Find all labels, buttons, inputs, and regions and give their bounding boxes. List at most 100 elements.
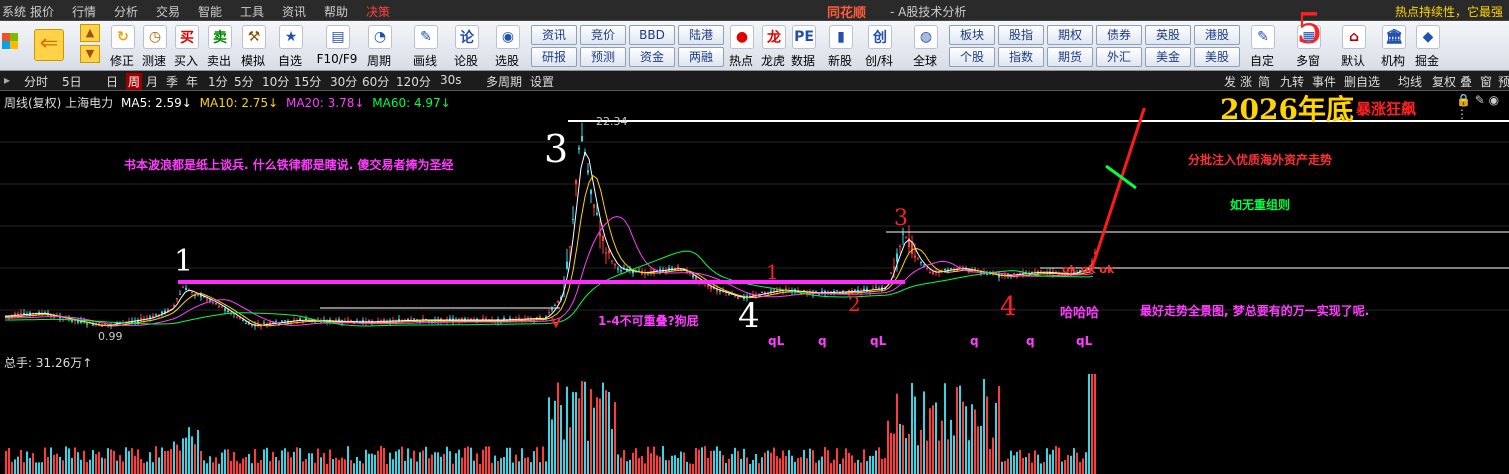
period-12[interactable]: 60分 [362, 73, 389, 90]
down-arrow-icon[interactable]: ▼ [80, 45, 100, 63]
gold-icon[interactable]: ◆ [1416, 25, 1440, 49]
pencil-icon[interactable]: ✎ [414, 25, 438, 49]
select-icon[interactable]: ◉ [496, 25, 520, 49]
toolbar-label-0[interactable]: 自定 [1240, 52, 1284, 69]
toolbar-label-8[interactable]: 画线 [403, 52, 447, 69]
cycle-icon[interactable]: ◔ [368, 25, 392, 49]
toolbar-button-指数[interactable]: 指数 [998, 47, 1044, 67]
toolbar-button-期货[interactable]: 期货 [1047, 47, 1093, 67]
period-11[interactable]: 30分 [330, 73, 357, 90]
toolbar-button-BBD[interactable]: BBD [629, 25, 675, 45]
toolbar-label-9[interactable]: 论股 [444, 52, 488, 69]
menu-item-9[interactable]: 决策 [366, 3, 390, 20]
toolbar-label-1[interactable]: 多窗 [1286, 52, 1330, 69]
menu-item-0[interactable]: 系统 [2, 3, 26, 20]
dragon-icon[interactable]: 龙 [762, 25, 786, 49]
eye-icon[interactable]: ◉ [1489, 93, 1499, 107]
toolbar-button-美股[interactable]: 美股 [1194, 47, 1240, 67]
menu-item-3[interactable]: 分析 [114, 3, 138, 20]
windows-logo-icon[interactable] [2, 33, 18, 49]
hot-topic-ticker[interactable]: 热点持续性，它最强 [1395, 3, 1503, 20]
star-icon[interactable]: ★ [279, 25, 303, 49]
right-tab-9[interactable]: 窗 [1480, 73, 1492, 90]
candle-body [176, 298, 178, 300]
toolbar-label-2[interactable]: 默认 [1331, 52, 1375, 69]
lock-icon[interactable]: 🔒 [1456, 93, 1471, 107]
right-tab-8[interactable]: 叠 [1460, 73, 1472, 90]
period-7[interactable]: 1分 [208, 73, 228, 90]
period-13[interactable]: 120分 [396, 73, 431, 90]
discuss-icon[interactable]: 论 [455, 25, 479, 49]
sell-icon[interactable]: 卖 [208, 25, 232, 49]
pen-icon[interactable]: ✎ [1475, 93, 1485, 107]
period-8[interactable]: 5分 [234, 73, 254, 90]
menu-item-5[interactable]: 智能 [198, 3, 222, 20]
toolbar-label-6[interactable]: F10/F9 [315, 52, 359, 66]
back-arrow-icon[interactable]: ⇐ [34, 29, 64, 61]
newstock-icon[interactable]: ▮ [829, 25, 853, 49]
period-4[interactable]: 月 [146, 73, 158, 90]
volume-bar [422, 450, 424, 474]
toolbar-button-两融[interactable]: 两融 [678, 47, 724, 67]
toolbar-label-4[interactable]: 创/科 [857, 52, 901, 69]
toolbar-label-7[interactable]: 周期 [357, 52, 401, 69]
period-5[interactable]: 季 [166, 73, 178, 90]
toolbar-button-陆港[interactable]: 陆港 [678, 25, 724, 45]
period-15[interactable]: 多周期 [486, 73, 522, 90]
pe-icon[interactable]: PE [792, 25, 816, 49]
toolbar-button-港股[interactable]: 港股 [1194, 25, 1240, 45]
toolbar-label-3[interactable]: 新股 [818, 52, 862, 69]
right-tab-7[interactable]: 复权 [1432, 73, 1456, 90]
volume-bar [251, 463, 253, 474]
toolbar-button-外汇[interactable]: 外汇 [1096, 47, 1142, 67]
menu-item-1[interactable]: 报价 [30, 3, 54, 20]
right-tab-10[interactable]: 预 [1498, 73, 1509, 90]
menu-item-4[interactable]: 交易 [156, 3, 180, 20]
period-0[interactable]: 分时 [24, 73, 48, 90]
grip-icon[interactable]: ▸ [4, 73, 10, 87]
wave-label-r1: 1 [766, 260, 779, 284]
toolbar-button-研报[interactable]: 研报 [531, 47, 577, 67]
toolbar-label-4[interactable]: 掘金 [1405, 52, 1449, 69]
toolbar-button-资金[interactable]: 资金 [629, 47, 675, 67]
period-2[interactable]: 日 [106, 73, 118, 90]
toolbar-button-板块[interactable]: 板块 [949, 25, 995, 45]
toolbar-button-债券[interactable]: 债券 [1096, 25, 1142, 45]
period-9[interactable]: 10分 [262, 73, 289, 90]
period-1[interactable]: 5日 [62, 73, 82, 90]
menu-item-2[interactable]: 行情 [72, 3, 96, 20]
period-16[interactable]: 设置 [530, 73, 554, 90]
toolbar-button-期权[interactable]: 期权 [1047, 25, 1093, 45]
toolbar-label-5[interactable]: 自选 [268, 52, 312, 69]
toolbar-label-10[interactable]: 选股 [485, 52, 529, 69]
up-arrow-icon[interactable]: ▲ [80, 24, 100, 42]
right-tab-6[interactable]: 均线 [1398, 73, 1422, 90]
period-3[interactable]: 周 [126, 73, 143, 90]
volume-chart[interactable] [0, 368, 1509, 474]
toolbar-button-英股[interactable]: 英股 [1145, 25, 1191, 45]
menu-item-6[interactable]: 工具 [240, 3, 264, 20]
bank-icon[interactable]: 🏛 [1382, 25, 1406, 49]
toolbar-button-资讯[interactable]: 资讯 [531, 25, 577, 45]
home-icon[interactable]: ⌂ [1342, 25, 1366, 49]
toolbar-button-美金[interactable]: 美金 [1145, 47, 1191, 67]
period-14[interactable]: 30s [440, 73, 462, 87]
buy-icon[interactable]: 买 [175, 25, 199, 49]
hot-icon[interactable]: ● [730, 25, 754, 49]
f10-icon[interactable]: ▤ [326, 25, 350, 49]
custom-icon[interactable]: ✎ [1251, 25, 1275, 49]
menu-item-7[interactable]: 资讯 [282, 3, 306, 20]
period-10[interactable]: 15分 [294, 73, 321, 90]
toolbar-button-竞价[interactable]: 竞价 [580, 25, 626, 45]
menu-item-8[interactable]: 帮助 [324, 3, 348, 20]
chuang-icon[interactable]: 创 [868, 25, 892, 49]
period-6[interactable]: 年 [186, 73, 198, 90]
toolbar-label-5[interactable]: 全球 [903, 52, 947, 69]
refresh-icon[interactable]: ↻ [111, 25, 135, 49]
toolbar-button-个股[interactable]: 个股 [949, 47, 995, 67]
toolbar-button-股指[interactable]: 股指 [998, 25, 1044, 45]
toolbar-button-预测[interactable]: 预测 [580, 47, 626, 67]
globe-icon[interactable]: ◍ [914, 25, 938, 49]
gavel-icon[interactable]: ⚒ [242, 25, 266, 49]
clock-icon[interactable]: ◷ [143, 25, 167, 49]
